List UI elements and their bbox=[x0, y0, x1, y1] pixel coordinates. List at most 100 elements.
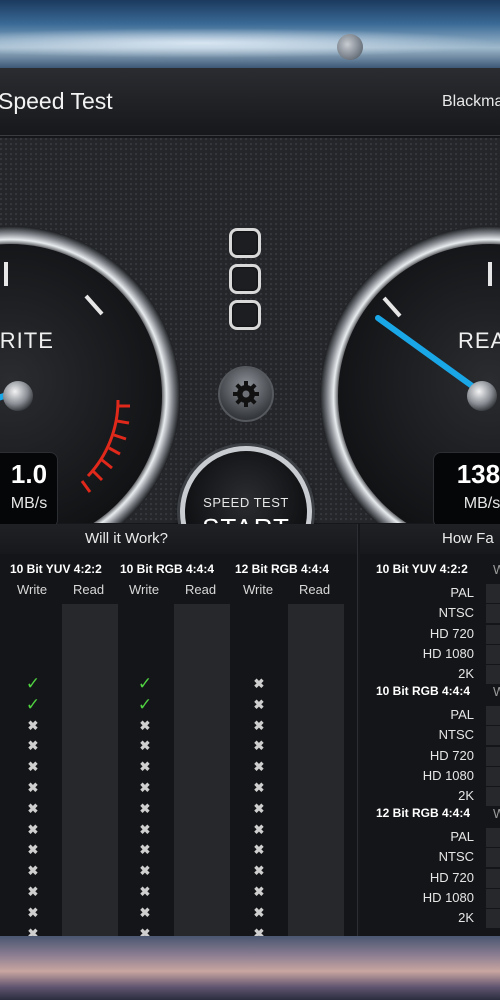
fps-result-cell bbox=[486, 624, 500, 644]
fps-result-cell bbox=[486, 644, 500, 664]
check-icon: ✓ bbox=[137, 674, 153, 693]
cross-icon: ✖ bbox=[139, 925, 151, 936]
read-speed-value: 138. bbox=[456, 459, 500, 489]
write-speed-unit: MB/s bbox=[10, 495, 48, 512]
read-gauge-label: REA bbox=[458, 328, 500, 353]
panel-title: Will it Work? bbox=[84, 530, 169, 547]
read-column-header: Read bbox=[299, 582, 331, 597]
resolution-label: HD 1080 bbox=[422, 767, 474, 783]
write-gauge-label: WRITE bbox=[0, 328, 54, 353]
resolution-label: 2K bbox=[458, 666, 474, 682]
cross-icon: ✖ bbox=[27, 800, 39, 816]
group-write-label: W bbox=[493, 806, 500, 821]
will-it-work-panel: Will it Work? 10 Bit YUV 4:2:2 10 Bit RG… bbox=[0, 524, 358, 936]
resolution-label: HD 720 bbox=[429, 747, 474, 763]
fps-result-cell bbox=[486, 706, 500, 725]
group-write-label: W bbox=[493, 684, 500, 699]
write-column-header: Write bbox=[243, 582, 274, 597]
settings-button[interactable] bbox=[218, 366, 274, 422]
cross-icon: ✖ bbox=[253, 821, 265, 837]
cross-icon: ✖ bbox=[253, 925, 265, 936]
cross-icon: ✖ bbox=[253, 842, 265, 858]
fps-result-cell bbox=[486, 848, 500, 868]
title-bar[interactable]: Speed Test Blackma bbox=[0, 68, 500, 136]
fps-result-cell bbox=[486, 584, 500, 603]
cross-icon: ✖ bbox=[139, 738, 151, 754]
write-redline-tick bbox=[116, 419, 130, 425]
resolution-label: HD 1080 bbox=[422, 889, 474, 905]
cross-icon: ✖ bbox=[253, 780, 265, 795]
fps-result-cell bbox=[486, 766, 500, 786]
cross-icon: ✖ bbox=[253, 904, 265, 920]
fps-result-cell bbox=[486, 746, 500, 766]
read-speed-unit: MB/s bbox=[463, 495, 500, 512]
resolution-label: PAL bbox=[450, 707, 474, 722]
resolution-label: NTSC bbox=[438, 605, 474, 621]
resolution-label: NTSC bbox=[438, 849, 474, 865]
cross-icon: ✖ bbox=[253, 800, 265, 816]
cross-icon: ✖ bbox=[253, 676, 265, 691]
desktop-wallpaper-top bbox=[0, 0, 500, 68]
drive-slot-icon[interactable] bbox=[229, 228, 261, 258]
fps-result-cell bbox=[486, 828, 500, 847]
cross-icon: ✖ bbox=[253, 863, 265, 879]
read-result-column bbox=[288, 604, 344, 936]
cross-icon: ✖ bbox=[139, 717, 151, 733]
cross-icon: ✖ bbox=[253, 738, 265, 754]
cross-icon: ✖ bbox=[139, 780, 151, 795]
wallpaper-cloud bbox=[0, 28, 500, 58]
fps-result-cell bbox=[486, 726, 500, 746]
desktop-wallpaper-bottom bbox=[0, 936, 500, 1000]
format-header: 12 Bit RGB 4:4:4 bbox=[235, 562, 330, 576]
cross-icon: ✖ bbox=[27, 738, 39, 754]
write-column-header: Write bbox=[129, 582, 160, 597]
cross-icon: ✖ bbox=[27, 780, 39, 795]
cross-icon: ✖ bbox=[139, 904, 151, 920]
drive-slots bbox=[229, 228, 263, 336]
read-result-column bbox=[62, 604, 118, 936]
cross-icon: ✖ bbox=[139, 800, 151, 816]
panel-title: How Fa bbox=[442, 530, 494, 547]
wallpaper-moon bbox=[337, 34, 363, 60]
brand-logo: Blackma bbox=[442, 93, 500, 110]
group-format-label: 10 Bit YUV 4:2:2 bbox=[376, 562, 468, 576]
format-header: 10 Bit YUV 4:2:2 bbox=[10, 562, 102, 576]
drive-slot-icon[interactable] bbox=[229, 264, 261, 294]
cross-icon: ✖ bbox=[253, 884, 265, 899]
cross-icon: ✖ bbox=[139, 759, 151, 775]
read-result-column bbox=[174, 604, 230, 936]
group-format-label: 10 Bit RGB 4:4:4 bbox=[376, 684, 471, 698]
cross-icon: ✖ bbox=[139, 884, 151, 899]
group-write-label: W bbox=[493, 562, 500, 577]
cross-icon: ✖ bbox=[27, 925, 39, 936]
speed-test-window: Speed Test Blackma RITE REA 1.0 MB/s 138… bbox=[0, 68, 500, 936]
cross-icon: ✖ bbox=[27, 821, 39, 837]
check-icon: ✓ bbox=[25, 694, 41, 714]
cross-icon: ✖ bbox=[27, 863, 39, 879]
cross-icon: ✖ bbox=[27, 759, 39, 775]
cross-icon: ✖ bbox=[27, 842, 39, 858]
cross-icon: ✖ bbox=[253, 717, 265, 733]
drive-slot-icon[interactable] bbox=[229, 300, 261, 330]
read-column-header: Read bbox=[73, 582, 105, 597]
resolution-label: HD 720 bbox=[429, 625, 474, 641]
read-column-header: Read bbox=[185, 582, 217, 597]
check-icon: ✓ bbox=[137, 694, 153, 714]
cross-icon: ✖ bbox=[27, 904, 39, 920]
read-needle-hub bbox=[467, 381, 497, 411]
cross-icon: ✖ bbox=[139, 863, 151, 879]
read-speed-readout: 138. MB/s bbox=[433, 452, 500, 528]
fps-result-cell bbox=[486, 787, 500, 807]
cross-icon: ✖ bbox=[139, 821, 151, 837]
resolution-label: HD 720 bbox=[429, 869, 474, 885]
resolution-label: PAL bbox=[450, 829, 474, 844]
write-column-header: Write bbox=[17, 582, 48, 597]
gear-icon bbox=[233, 381, 259, 407]
fps-result-cell bbox=[486, 909, 500, 929]
group-format-label: 12 Bit RGB 4:4:4 bbox=[376, 806, 471, 820]
how-fast-panel: How Fa 10 Bit YUV 4:2:2 W 10 Bit RGB 4:4… bbox=[360, 524, 500, 936]
cross-icon: ✖ bbox=[139, 842, 151, 858]
cross-icon: ✖ bbox=[253, 759, 265, 775]
cross-icon: ✖ bbox=[27, 717, 39, 733]
write-speed-value: 1.0 bbox=[10, 459, 48, 489]
